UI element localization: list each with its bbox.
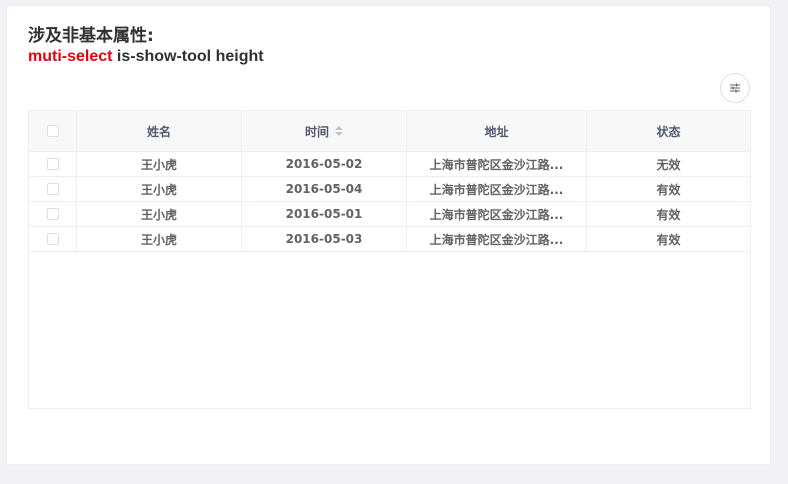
header-status: 状态	[656, 124, 681, 139]
row-checkbox[interactable]	[46, 158, 59, 170]
cell-address: 上海市普陀区金沙江路...	[407, 152, 587, 176]
table-row: 王小虎 2016-05-02 上海市普陀区金沙江路... 无效	[29, 152, 750, 177]
cell-status: 有效	[656, 207, 681, 222]
header-address: 地址	[407, 111, 587, 151]
cell-status: 有效	[656, 182, 681, 197]
sort-caret-icon[interactable]	[335, 126, 343, 136]
header-name: 姓名	[77, 111, 242, 151]
sliders-icon	[730, 83, 740, 93]
row-checkbox[interactable]	[46, 233, 59, 245]
cell-status: 有效	[656, 232, 681, 247]
cell-time: 2016-05-04	[242, 177, 407, 201]
header-time[interactable]: 时间	[242, 111, 407, 151]
row-checkbox[interactable]	[46, 183, 59, 195]
cell-status: 无效	[656, 157, 681, 172]
cell-name: 王小虎	[77, 152, 242, 176]
cell-name: 王小虎	[77, 227, 242, 251]
row-checkbox[interactable]	[46, 208, 59, 220]
section-subtitle: muti-select is-show-tool height	[28, 47, 264, 67]
table-row: 王小虎 2016-05-01 上海市普陀区金沙江路... 有效	[29, 202, 750, 227]
table-tool-button[interactable]	[720, 73, 750, 103]
row-select-cell	[29, 152, 77, 176]
row-select-cell	[29, 227, 77, 251]
subtitle-rest: is-show-tool height	[112, 48, 264, 65]
data-table: 姓名 时间 地址 状态 王小虎 2016-05-02 上海市普陀区金沙江路...…	[28, 110, 751, 409]
row-select-cell	[29, 202, 77, 226]
cell-address: 上海市普陀区金沙江路...	[407, 177, 587, 201]
cell-name: 王小虎	[77, 202, 242, 226]
cell-address: 上海市普陀区金沙江路...	[407, 202, 587, 226]
select-all-checkbox[interactable]	[46, 125, 59, 137]
cell-address: 上海市普陀区金沙江路...	[407, 227, 587, 251]
cell-time: 2016-05-01	[242, 202, 407, 226]
section-title: 涉及非基本属性:	[28, 26, 154, 46]
table-row: 王小虎 2016-05-04 上海市普陀区金沙江路... 有效	[29, 177, 750, 202]
table-header-row: 姓名 时间 地址 状态	[29, 111, 750, 152]
subtitle-accent: muti-select	[28, 48, 113, 65]
header-time-label: 时间	[304, 124, 329, 139]
cell-time: 2016-05-02	[242, 152, 407, 176]
header-select-cell	[29, 111, 77, 151]
row-select-cell	[29, 177, 77, 201]
cell-name: 王小虎	[77, 177, 242, 201]
demo-card: 涉及非基本属性: muti-select is-show-tool height…	[6, 5, 771, 465]
cell-time: 2016-05-03	[242, 227, 407, 251]
table-row: 王小虎 2016-05-03 上海市普陀区金沙江路... 有效	[29, 227, 750, 252]
